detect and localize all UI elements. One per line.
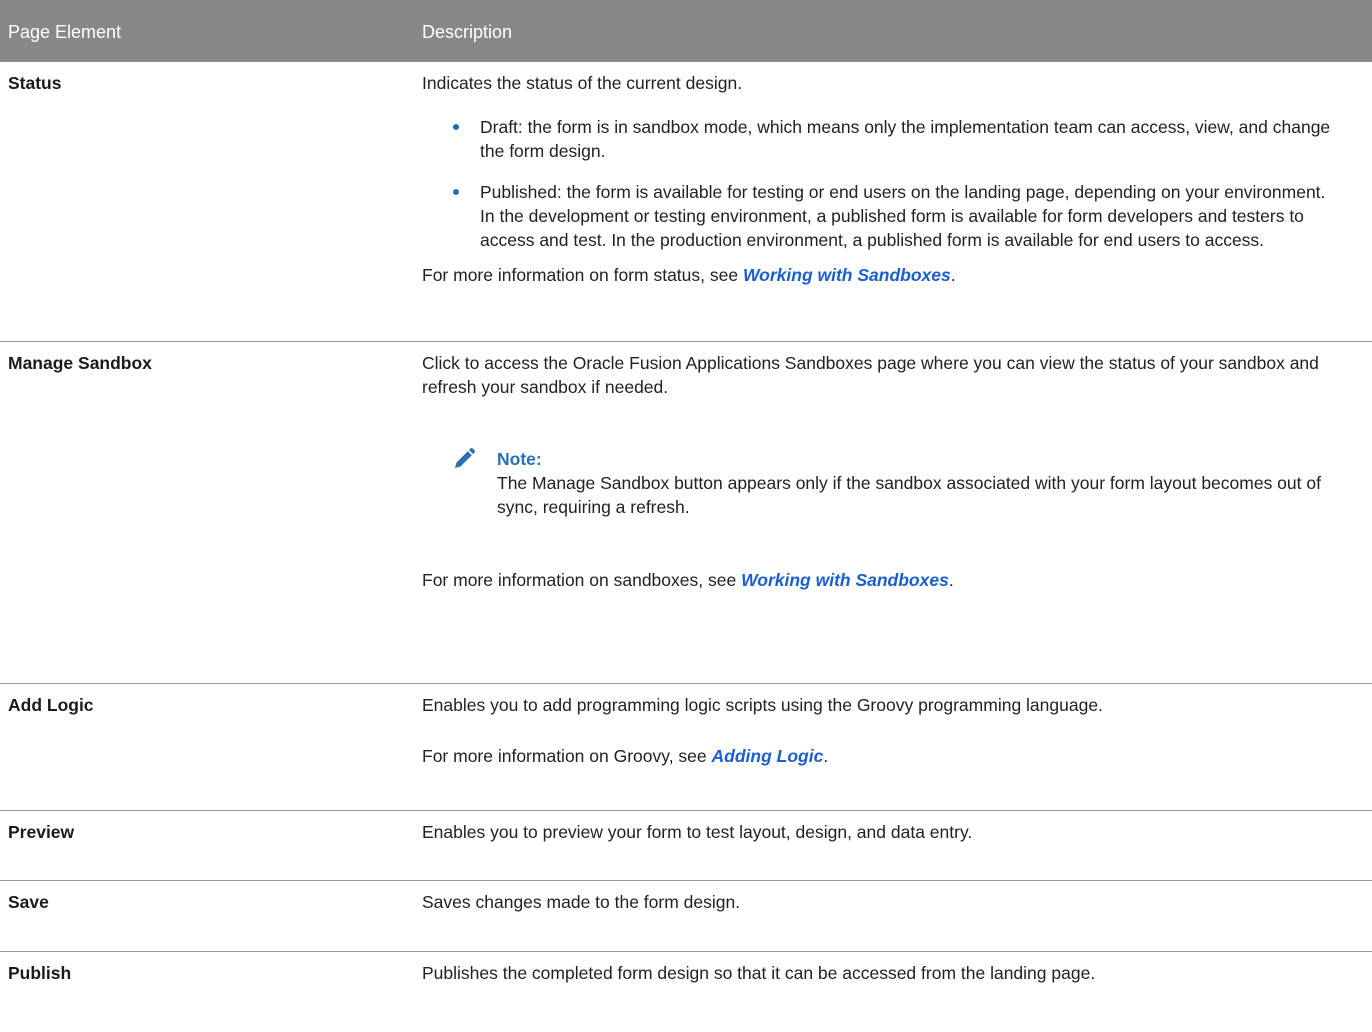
row-description: Enables you to add programming logic scr…: [422, 684, 1372, 810]
adding-logic-link[interactable]: Adding Logic: [712, 746, 824, 766]
list-item-text: Published: the form is available for tes…: [480, 182, 1326, 250]
row-description: Click to access the Oracle Fusion Applic…: [422, 342, 1372, 683]
row-description: Publishes the completed form design so t…: [422, 952, 1372, 1012]
row-description: Indicates the status of the current desi…: [422, 62, 1372, 341]
description-text: Saves changes made to the form design.: [422, 892, 741, 912]
list-item-text: Draft: the form is in sandbox mode, whic…: [480, 117, 1331, 161]
description-text: Click to access the Oracle Fusion Applic…: [422, 353, 1319, 397]
row-element-save: Save: [8, 892, 49, 912]
note-box: Note: The Manage Sandbox button appears …: [422, 447, 1332, 519]
list-item: Published: the form is available for tes…: [422, 180, 1332, 252]
row-description: Enables you to preview your form to test…: [422, 811, 1372, 880]
list-item: Draft: the form is in sandbox mode, whic…: [422, 115, 1332, 163]
row-description: Saves changes made to the form design.: [422, 881, 1372, 951]
header-page-element: Page Element: [8, 22, 122, 42]
working-with-sandboxes-link[interactable]: Working with Sandboxes: [741, 570, 949, 590]
table-row: Add Logic Enables you to add programming…: [0, 684, 1372, 811]
table-header: Page Element Description: [0, 0, 1372, 62]
note-title: Note:: [497, 449, 542, 469]
table-row: Save Saves changes made to the form desi…: [0, 881, 1372, 952]
working-with-sandboxes-link[interactable]: Working with Sandboxes: [743, 265, 951, 285]
row-element-manage-sandbox: Manage Sandbox: [8, 353, 152, 373]
page-elements-table: Page Element Description Status Indicate…: [0, 0, 1372, 1012]
row-element-publish: Publish: [8, 963, 72, 983]
more-info: For more information on form status, see…: [422, 265, 956, 285]
table-row: Publish Publishes the completed form des…: [0, 952, 1372, 1012]
row-element-preview: Preview: [8, 822, 75, 842]
pencil-icon: [455, 447, 476, 468]
note-body: The Manage Sandbox button appears only i…: [497, 473, 1321, 517]
header-description: Description: [422, 22, 513, 42]
description-text: Publishes the completed form design so t…: [422, 963, 1096, 983]
more-info: For more information on sandboxes, see W…: [422, 570, 954, 590]
row-element-add-logic: Add Logic: [8, 695, 94, 715]
bullet-icon: [453, 189, 459, 195]
table-row: Manage Sandbox Click to access the Oracl…: [0, 342, 1372, 684]
description-text: Enables you to preview your form to test…: [422, 822, 973, 842]
table-row: Preview Enables you to preview your form…: [0, 811, 1372, 881]
bullet-icon: [453, 124, 459, 130]
description-text: Enables you to add programming logic scr…: [422, 695, 1103, 715]
status-list: Draft: the form is in sandbox mode, whic…: [422, 115, 1332, 252]
row-element-status: Status: [8, 73, 62, 93]
description-text: Indicates the status of the current desi…: [422, 73, 743, 93]
more-info: For more information on Groovy, see Addi…: [422, 746, 829, 766]
table-row: Status Indicates the status of the curre…: [0, 62, 1372, 342]
